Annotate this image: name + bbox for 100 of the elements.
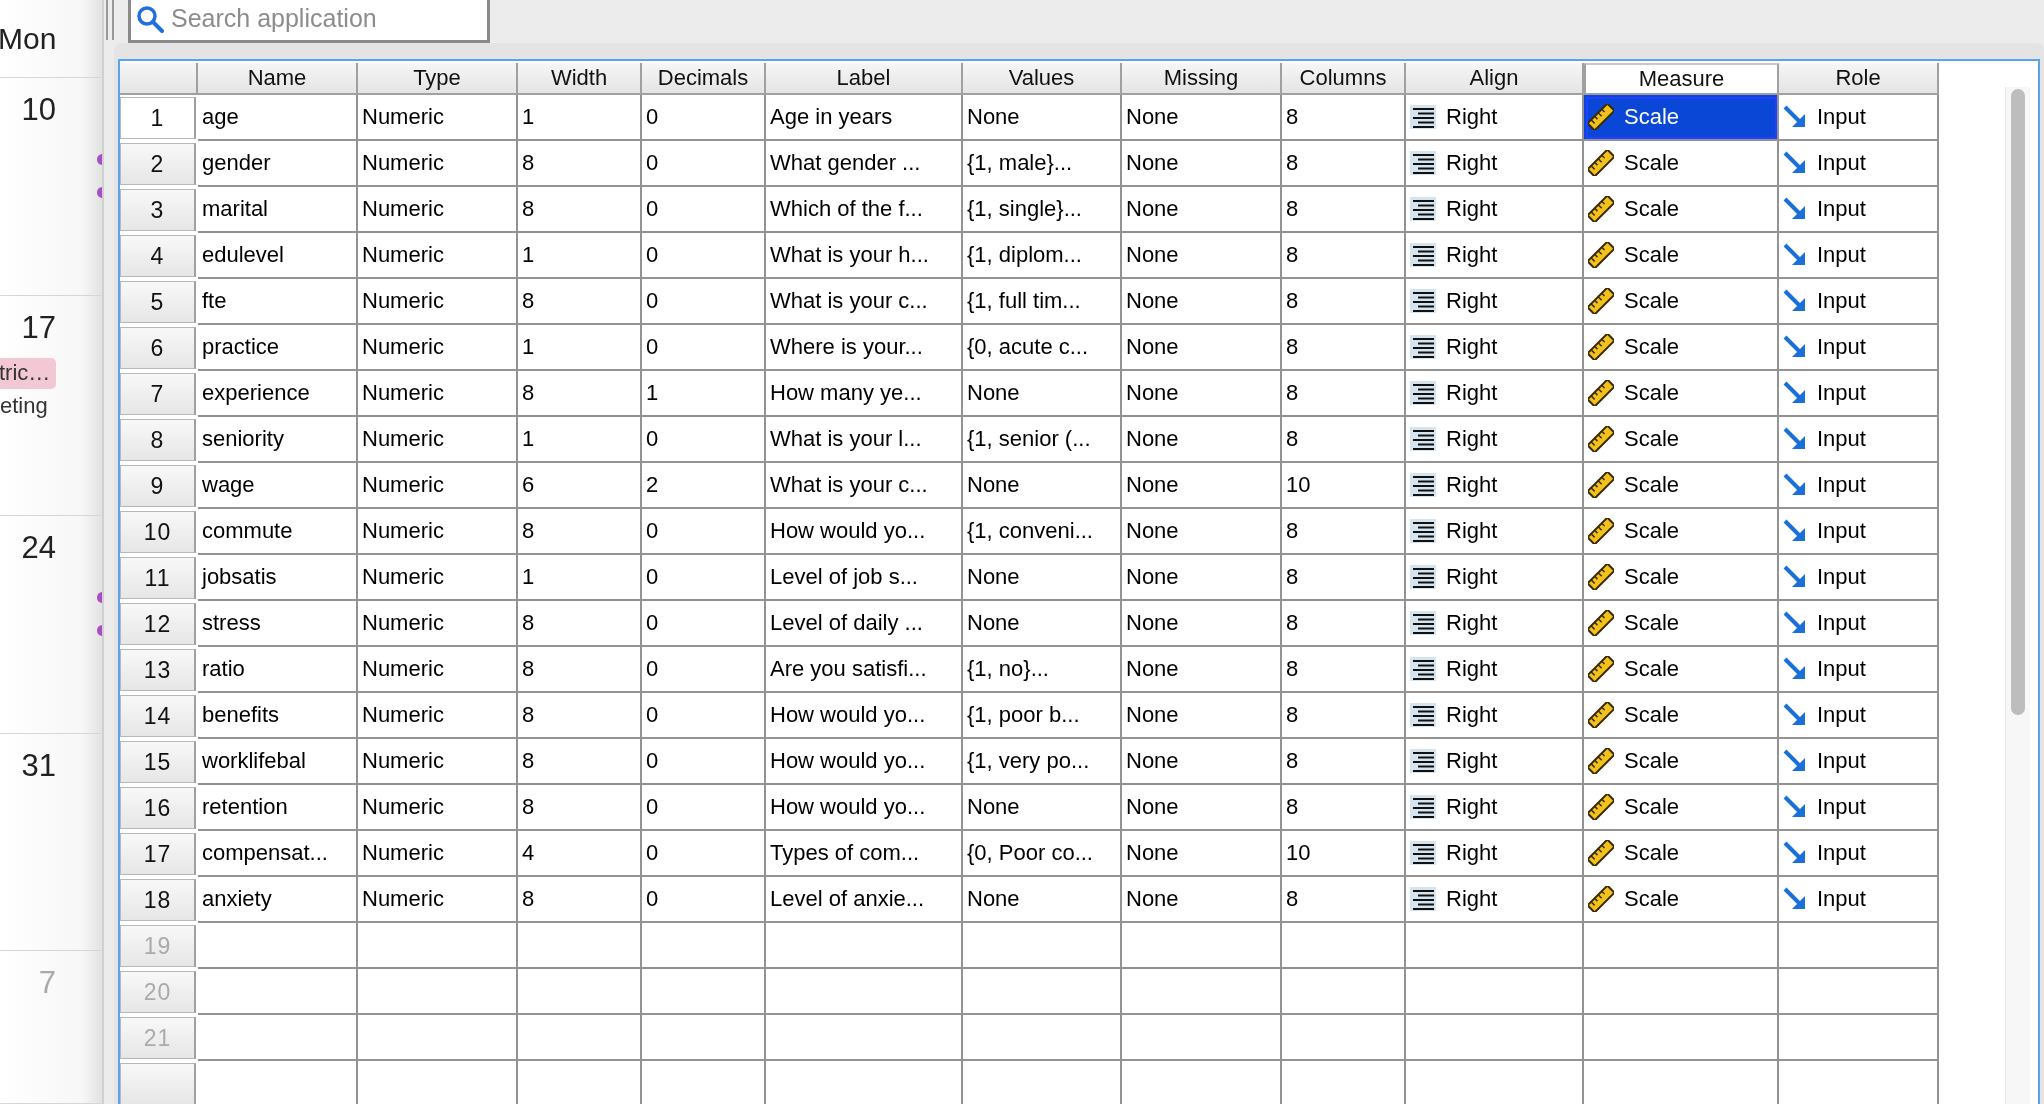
- table-cell[interactable]: 8: [518, 877, 642, 923]
- table-cell[interactable]: 10: [1282, 831, 1406, 877]
- table-cell[interactable]: 0: [642, 279, 766, 325]
- row-number[interactable]: 16: [120, 787, 196, 829]
- corner-header[interactable]: [120, 63, 198, 95]
- table-cell[interactable]: Numeric: [358, 463, 518, 509]
- table-cell[interactable]: [518, 1015, 642, 1061]
- table-cell[interactable]: 8: [518, 509, 642, 555]
- row-number[interactable]: 4: [120, 235, 196, 277]
- table-cell[interactable]: 0: [642, 95, 766, 141]
- table-cell[interactable]: {1, diplom...: [963, 233, 1122, 279]
- table-cell[interactable]: Numeric: [358, 693, 518, 739]
- table-cell[interactable]: Numeric: [358, 417, 518, 463]
- table-cell[interactable]: Scale: [1584, 463, 1779, 509]
- table-cell[interactable]: 8: [518, 141, 642, 187]
- table-cell[interactable]: compensat...: [198, 831, 358, 877]
- table-cell[interactable]: anxiety: [198, 877, 358, 923]
- table-cell[interactable]: Input: [1779, 509, 1939, 555]
- row-number[interactable]: 9: [120, 465, 196, 507]
- row-number[interactable]: 14: [120, 695, 196, 737]
- table-cell[interactable]: wage: [198, 463, 358, 509]
- table-cell[interactable]: Where is your...: [766, 325, 963, 371]
- calendar-event[interactable]: eting: [0, 392, 48, 419]
- table-cell[interactable]: How would yo...: [766, 785, 963, 831]
- table-cell[interactable]: Right: [1406, 141, 1584, 187]
- table-cell[interactable]: fte: [198, 279, 358, 325]
- table-cell[interactable]: None: [1122, 95, 1282, 141]
- table-cell[interactable]: {1, very po...: [963, 739, 1122, 785]
- table-cell[interactable]: 8: [1282, 417, 1406, 463]
- table-cell[interactable]: Right: [1406, 187, 1584, 233]
- table-cell[interactable]: Numeric: [358, 647, 518, 693]
- table-cell[interactable]: 8: [518, 279, 642, 325]
- table-cell[interactable]: Input: [1779, 739, 1939, 785]
- calendar-date[interactable]: 24: [0, 529, 102, 566]
- table-cell[interactable]: [198, 923, 358, 969]
- table-cell[interactable]: Numeric: [358, 279, 518, 325]
- table-cell[interactable]: Numeric: [358, 187, 518, 233]
- table-cell[interactable]: Level of anxie...: [766, 877, 963, 923]
- table-cell[interactable]: 4: [518, 831, 642, 877]
- table-cell[interactable]: jobsatis: [198, 555, 358, 601]
- table-cell[interactable]: stress: [198, 601, 358, 647]
- table-cell[interactable]: [518, 969, 642, 1015]
- table-cell[interactable]: Numeric: [358, 877, 518, 923]
- table-cell[interactable]: [642, 923, 766, 969]
- table-cell[interactable]: 8: [518, 739, 642, 785]
- table-cell[interactable]: None: [963, 555, 1122, 601]
- table-cell[interactable]: Right: [1406, 95, 1584, 141]
- table-cell[interactable]: [1282, 969, 1406, 1015]
- table-cell[interactable]: worklifebal: [198, 739, 358, 785]
- table-cell[interactable]: What is your l...: [766, 417, 963, 463]
- table-cell[interactable]: {1, male}...: [963, 141, 1122, 187]
- table-cell[interactable]: Right: [1406, 739, 1584, 785]
- table-cell[interactable]: Input: [1779, 601, 1939, 647]
- table-cell[interactable]: experience: [198, 371, 358, 417]
- table-cell[interactable]: What is your h...: [766, 233, 963, 279]
- table-cell[interactable]: Numeric: [358, 555, 518, 601]
- table-cell[interactable]: 0: [642, 785, 766, 831]
- row-number[interactable]: 7: [120, 373, 196, 415]
- table-cell[interactable]: age: [198, 95, 358, 141]
- table-cell[interactable]: 1: [518, 417, 642, 463]
- table-cell[interactable]: 8: [518, 601, 642, 647]
- column-header[interactable]: Name: [198, 63, 358, 95]
- table-cell[interactable]: How would yo...: [766, 509, 963, 555]
- table-cell[interactable]: Input: [1779, 831, 1939, 877]
- row-number[interactable]: 5: [120, 281, 196, 323]
- table-cell[interactable]: Numeric: [358, 785, 518, 831]
- table-cell[interactable]: Input: [1779, 371, 1939, 417]
- table-cell[interactable]: 8: [1282, 325, 1406, 371]
- table-cell[interactable]: Input: [1779, 693, 1939, 739]
- table-cell[interactable]: ratio: [198, 647, 358, 693]
- table-cell[interactable]: [963, 1015, 1122, 1061]
- table-cell[interactable]: [358, 923, 518, 969]
- table-cell[interactable]: Age in years: [766, 95, 963, 141]
- table-cell[interactable]: 8: [1282, 233, 1406, 279]
- table-cell[interactable]: [642, 969, 766, 1015]
- table-cell[interactable]: 8: [1282, 877, 1406, 923]
- table-cell[interactable]: None: [963, 877, 1122, 923]
- search-field[interactable]: Search application: [128, 0, 490, 43]
- table-cell[interactable]: [1779, 1015, 1939, 1061]
- table-cell[interactable]: [1122, 923, 1282, 969]
- table-cell[interactable]: Input: [1779, 187, 1939, 233]
- table-cell[interactable]: [1584, 969, 1779, 1015]
- table-cell[interactable]: Scale: [1584, 325, 1779, 371]
- scrollbar-thumb[interactable]: [2011, 89, 2025, 715]
- table-cell[interactable]: [1122, 1015, 1282, 1061]
- table-cell[interactable]: Input: [1779, 325, 1939, 371]
- table-cell[interactable]: 8: [1282, 95, 1406, 141]
- table-cell[interactable]: 1: [518, 325, 642, 371]
- table-cell[interactable]: {1, poor b...: [963, 693, 1122, 739]
- table-cell[interactable]: 10: [1282, 463, 1406, 509]
- table-cell[interactable]: Right: [1406, 555, 1584, 601]
- table-cell[interactable]: commute: [198, 509, 358, 555]
- table-cell[interactable]: None: [963, 601, 1122, 647]
- calendar-date[interactable]: 17: [0, 309, 102, 346]
- table-cell[interactable]: [963, 969, 1122, 1015]
- table-cell[interactable]: Input: [1779, 785, 1939, 831]
- table-cell[interactable]: 8: [518, 371, 642, 417]
- row-number[interactable]: 3: [120, 189, 196, 231]
- table-cell[interactable]: Right: [1406, 601, 1584, 647]
- table-cell[interactable]: 8: [1282, 739, 1406, 785]
